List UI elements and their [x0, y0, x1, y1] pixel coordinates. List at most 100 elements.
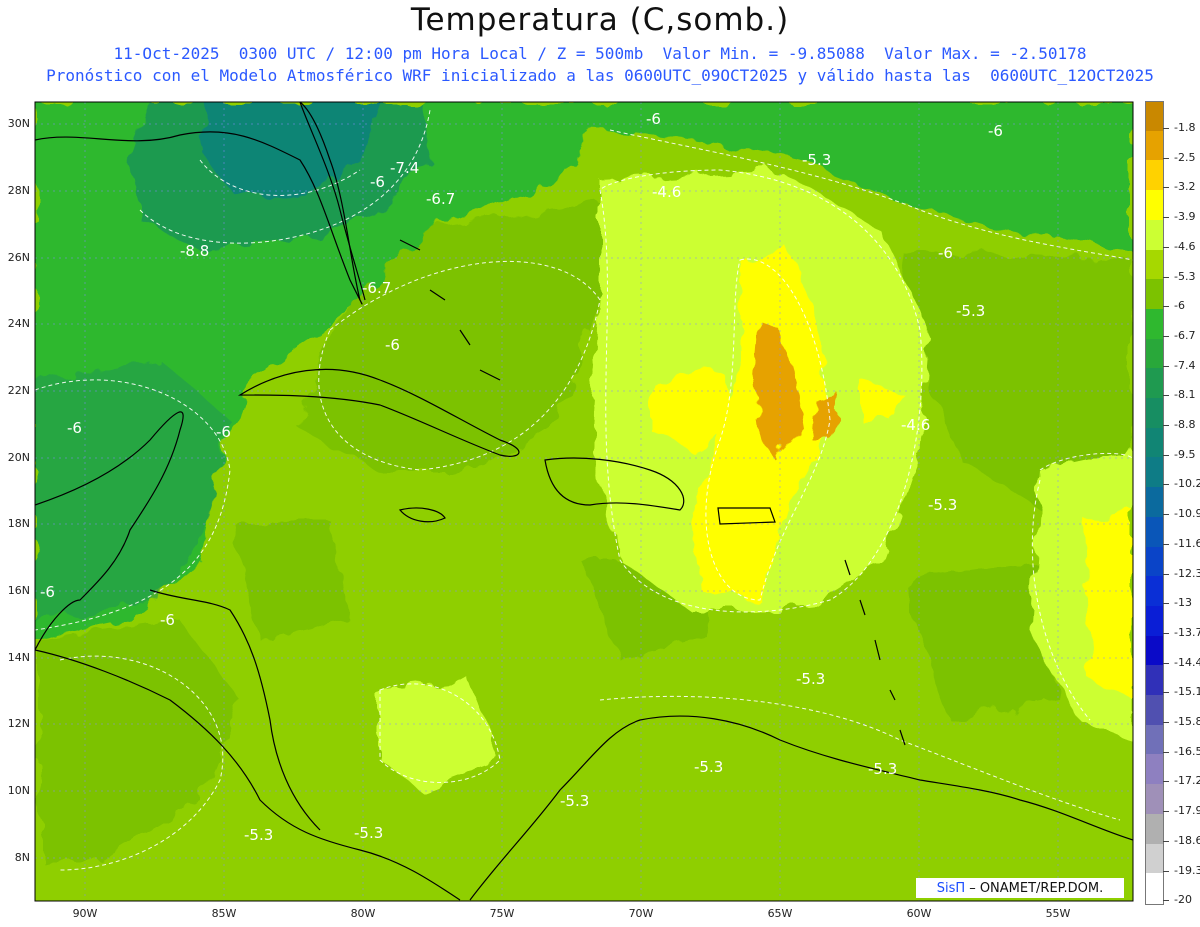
- credit-text: – ONAMET/REP.DOM.: [969, 880, 1104, 896]
- contour-label: -6.7: [362, 279, 391, 297]
- colorbar-label: -9.5: [1174, 447, 1196, 461]
- colorbar-label: -15.1: [1174, 685, 1200, 699]
- colorbar-tick: [1163, 781, 1169, 783]
- contour-label: -4.6: [652, 183, 681, 201]
- colorbar-tick: [1163, 870, 1169, 872]
- lon-label: 60W: [906, 907, 932, 920]
- colorbar-tick: [1163, 573, 1169, 575]
- contour-label: -5.3: [354, 824, 383, 842]
- colorbar-label: -13.7: [1174, 625, 1200, 639]
- contour-label: -7.4: [390, 159, 419, 177]
- colorbar-tick: [1163, 840, 1169, 842]
- colorbar-label: -17.2: [1174, 774, 1200, 788]
- colorbar-label: -3.2: [1174, 180, 1196, 194]
- lon-label: 70W: [628, 907, 654, 920]
- lon-label: 80W: [350, 907, 376, 920]
- colorbar-tick: [1163, 187, 1169, 189]
- colorbar-tick: [1163, 157, 1169, 159]
- colorbar-label: -6.7: [1174, 328, 1196, 342]
- contour-label: -6: [216, 423, 231, 441]
- contour-label: -5.3: [868, 760, 897, 778]
- lat-label: 8N: [14, 851, 30, 864]
- colorbar-label: -6: [1174, 299, 1185, 313]
- colorbar-label: -16.5: [1174, 744, 1200, 758]
- colorbar-tick: [1163, 514, 1169, 516]
- colorbar-tick: [1163, 543, 1169, 545]
- colorbar-label: -2.5: [1174, 150, 1196, 164]
- lat-label: 14N: [7, 651, 30, 664]
- contour-label: -6: [938, 244, 953, 262]
- colorbar-tick: [1163, 484, 1169, 486]
- colorbar-tick: [1163, 722, 1169, 723]
- colorbar-label: -10.2: [1174, 477, 1200, 491]
- colorbar-label: -20: [1174, 893, 1192, 907]
- colorbar-tick: [1163, 751, 1169, 753]
- colorbar-label: -8.1: [1174, 388, 1196, 402]
- contour-label: -6: [370, 173, 385, 191]
- lat-label: 28N: [7, 184, 30, 197]
- colorbar-label: -12.3: [1174, 566, 1200, 580]
- lat-label: 22N: [7, 384, 30, 397]
- lat-label: 16N: [7, 584, 30, 597]
- contour-label: -6: [988, 122, 1003, 140]
- contour-label: -5.3: [244, 826, 273, 844]
- colorbar-tick: [1163, 632, 1169, 634]
- colorbar-tick: [1163, 692, 1169, 694]
- colorbar-label: -4.6: [1174, 239, 1196, 253]
- colorbar-label: -3.9: [1174, 210, 1196, 224]
- lat-label: 12N: [7, 717, 30, 730]
- contour-label: -5.3: [694, 758, 723, 776]
- colorbar-label: -7.4: [1174, 358, 1196, 372]
- colorbar-label: -1.8: [1174, 121, 1196, 134]
- contour-label: -8.8: [180, 242, 209, 260]
- lon-label: 75W: [489, 907, 515, 920]
- contour-label: -6: [67, 419, 82, 437]
- lat-label: 18N: [7, 517, 30, 530]
- colorbar-tick: [1163, 276, 1169, 278]
- colorbar-tick: [1163, 246, 1169, 248]
- colorbar-tick: [1163, 395, 1169, 397]
- contour-label: -5.3: [796, 670, 825, 688]
- colorbar-label: -17.9: [1174, 804, 1200, 818]
- colorbar-label: -10.9: [1174, 507, 1200, 521]
- lat-label: 10N: [7, 784, 30, 797]
- colorbar-label: -11.6: [1174, 536, 1200, 550]
- lat-label: 30N: [7, 117, 30, 130]
- lat-label: 24N: [7, 317, 30, 330]
- lat-label: 26N: [7, 251, 30, 264]
- lon-label: 55W: [1045, 907, 1071, 920]
- colorbar-tick: [1163, 365, 1169, 367]
- colorbar-tick: [1163, 662, 1169, 664]
- contour-label: -5.3: [802, 151, 831, 169]
- lon-label: 90W: [72, 907, 98, 920]
- lat-label: 20N: [7, 451, 30, 464]
- colorbar-tick: [1163, 306, 1169, 308]
- colorbar-label: -8.8: [1174, 418, 1196, 431]
- lon-label: 85W: [211, 907, 237, 920]
- temperature-map: -6 -6 -7.4 -6 -6.7 -4.6 -5.3 -8.8 -6 -6.…: [34, 101, 1134, 902]
- credit-box: SisΠ – ONAMET/REP.DOM.: [916, 878, 1124, 898]
- brand-logo-text: SisΠ: [936, 880, 966, 896]
- contour-label: -6: [160, 611, 175, 629]
- colorbar-label: -15.8: [1174, 715, 1200, 728]
- shaded-field: [35, 102, 1133, 901]
- colorbar-frame: [1145, 101, 1164, 905]
- contour-label: -6: [385, 336, 400, 354]
- contour-label: -6: [646, 110, 661, 128]
- colorbar-label: -14.4: [1174, 655, 1200, 669]
- contour-label: -6: [40, 583, 55, 601]
- colorbar-tick: [1163, 128, 1169, 129]
- contour-label: -5.3: [560, 792, 589, 810]
- colorbar-label: -13: [1174, 596, 1192, 610]
- colorbar-tick: [1163, 335, 1169, 337]
- colorbar-label: -18.6: [1174, 833, 1200, 847]
- colorbar-label: -5.3: [1174, 269, 1196, 283]
- colorbar-tick: [1163, 900, 1169, 902]
- contour-label: -6.7: [426, 190, 455, 208]
- colorbar-tick: [1163, 454, 1169, 456]
- colorbar-tick: [1163, 425, 1169, 426]
- contour-label: -5.3: [928, 496, 957, 514]
- contour-label: -5.3: [956, 302, 985, 320]
- lon-label: 65W: [767, 907, 793, 920]
- colorbar-tick: [1163, 603, 1169, 605]
